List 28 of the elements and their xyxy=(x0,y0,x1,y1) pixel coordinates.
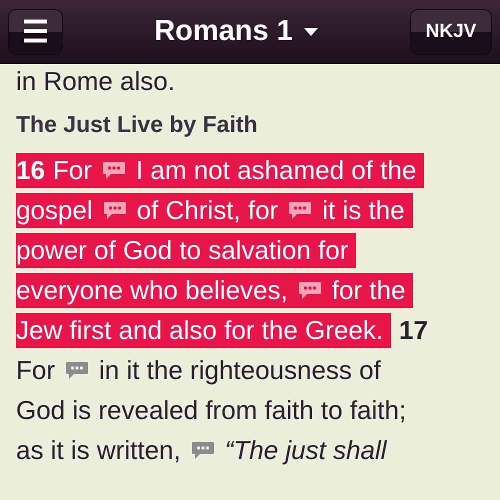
verse-number: 16 xyxy=(16,154,46,186)
verse-text: for the xyxy=(332,274,406,306)
verse-text: God is revealed from faith to faith; xyxy=(16,394,408,426)
note-icon[interactable] xyxy=(65,360,89,380)
note-icon[interactable] xyxy=(102,200,127,220)
version-button[interactable]: NKJV xyxy=(410,8,492,54)
verse-text: For xyxy=(16,354,56,386)
verse-text: For xyxy=(52,154,93,186)
note-icon[interactable] xyxy=(298,280,322,300)
verse-text: gospel xyxy=(16,194,94,226)
section-heading: The Just Live by Faith xyxy=(16,110,259,139)
verse-text: of Christ, for xyxy=(136,194,280,226)
verse-text: in it the righteousness of xyxy=(99,354,382,386)
verse-text: I am not ashamed of the xyxy=(136,154,418,186)
caret-icon xyxy=(302,26,319,36)
verse-text: Jew first and also for the Greek. xyxy=(16,314,384,346)
note-icon[interactable] xyxy=(102,160,126,180)
verse-text: in Rome also. xyxy=(16,66,176,96)
verse-text: “The just shall xyxy=(224,434,388,466)
verse-number: 17 xyxy=(399,314,429,346)
menu-button[interactable]: ☰ xyxy=(8,8,63,54)
verse-text: it is the xyxy=(322,194,406,226)
note-icon[interactable] xyxy=(190,440,215,460)
verse-text: power of God to salvation for xyxy=(16,234,350,266)
chapter-selector[interactable]: Romans 1 xyxy=(154,15,319,48)
verse-text: everyone who believes, xyxy=(16,274,289,306)
note-icon[interactable] xyxy=(288,200,312,220)
verse-text: as it is written, xyxy=(16,434,182,466)
